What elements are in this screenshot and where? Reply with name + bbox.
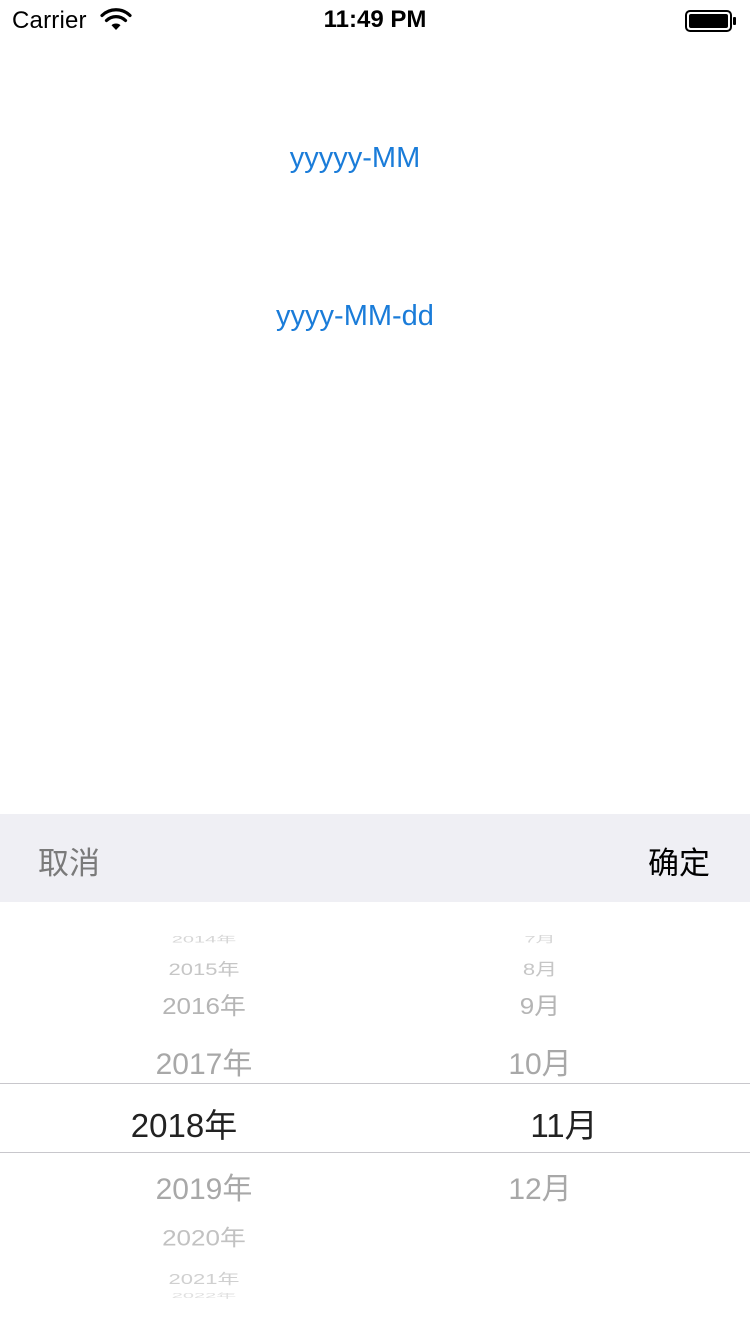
year-option[interactable]: 2014年	[104, 935, 304, 946]
picker-toolbar: 取消 确定	[0, 814, 750, 902]
screen: Carrier 11:49 PM yyyyy-MM yyyy-MM-dd 取消 …	[0, 0, 750, 1334]
date-picker[interactable]: 2014年 2015年 2016年 2017年 2018年 2019年 2020…	[0, 902, 750, 1334]
cancel-button[interactable]: 取消	[38, 838, 100, 883]
selection-line-bottom	[0, 1152, 750, 1153]
year-option[interactable]: 2021年	[104, 1268, 304, 1289]
clock-time: 11:49 PM	[323, 6, 427, 33]
month-selected[interactable]: 11月	[464, 1099, 664, 1147]
year-option[interactable]: 2022年	[104, 1293, 304, 1300]
year-option[interactable]: 2017年	[104, 1039, 304, 1083]
status-bar: Carrier 11:49 PM	[0, 0, 750, 40]
month-option[interactable]: 7月	[440, 935, 640, 946]
month-option[interactable]: 10月	[440, 1039, 640, 1083]
year-option[interactable]: 2019年	[104, 1164, 304, 1208]
month-option[interactable]: 12月	[440, 1164, 640, 1208]
year-option[interactable]: 2020年	[104, 1221, 304, 1252]
date-format-button[interactable]: yyyy-MM-dd	[0, 300, 710, 333]
year-option[interactable]: 2016年	[104, 988, 304, 1021]
year-option[interactable]: 2015年	[104, 956, 304, 980]
month-option[interactable]: 8月	[440, 956, 640, 980]
month-option[interactable]: 9月	[440, 988, 640, 1021]
year-selected[interactable]: 2018年	[84, 1099, 284, 1147]
battery-icon	[685, 10, 736, 32]
selection-line-top	[0, 1083, 750, 1084]
month-format-button[interactable]: yyyyy-MM	[0, 142, 710, 175]
confirm-button[interactable]: 确定	[648, 838, 710, 883]
